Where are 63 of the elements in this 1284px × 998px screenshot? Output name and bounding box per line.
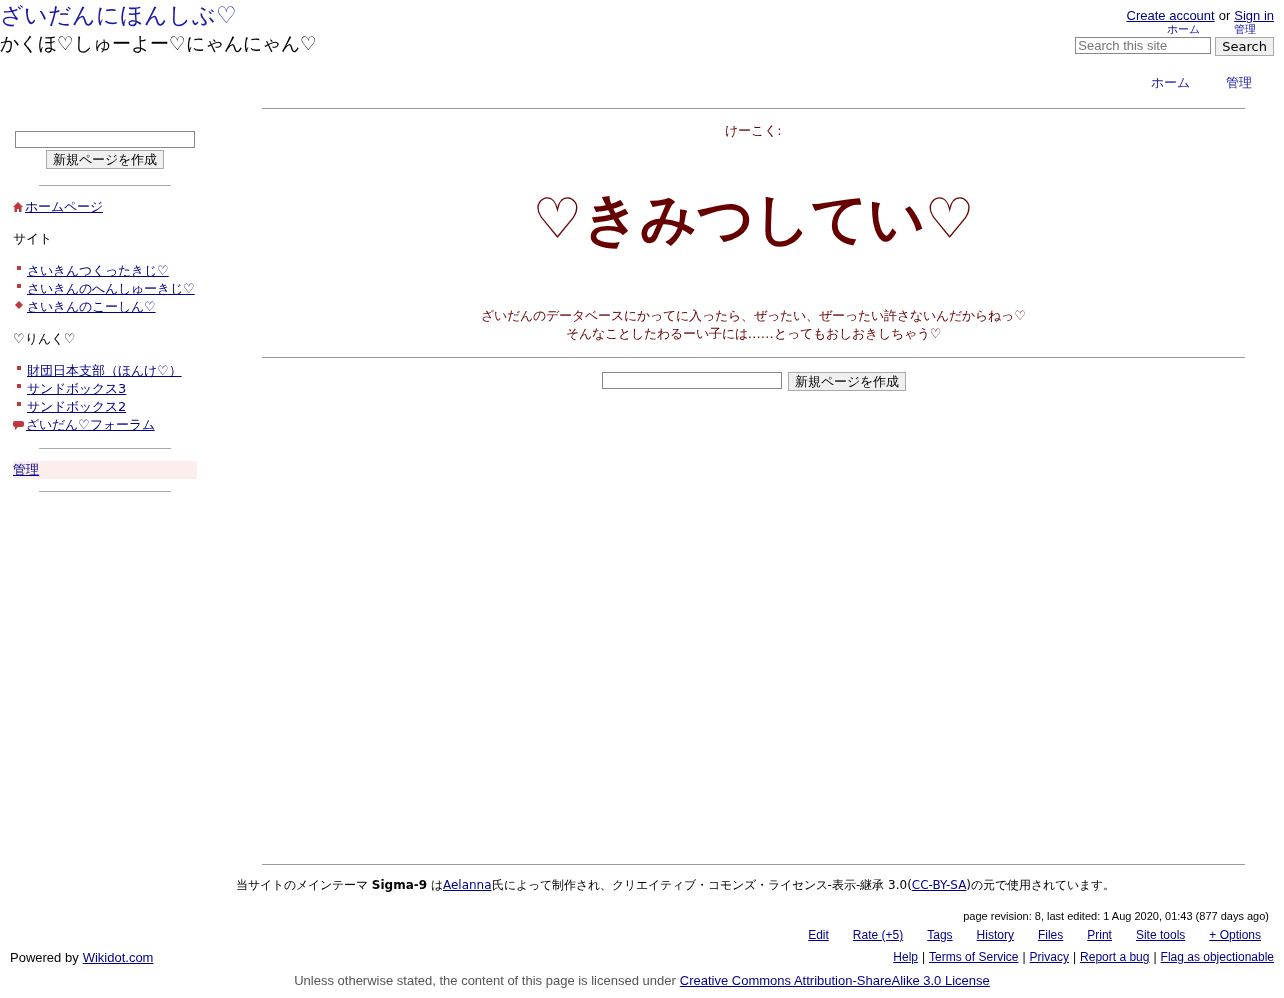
separator-text: |	[1072, 950, 1077, 965]
sidebar-link[interactable]: サンドボックス2	[27, 398, 127, 416]
sidebar-heading: ♡りんく♡	[13, 330, 77, 348]
nav-link[interactable]: ホーム	[1151, 74, 1190, 104]
footer-link[interactable]: Help	[893, 950, 918, 965]
bullet-icon	[17, 284, 21, 288]
warning-label: けーこく:	[725, 123, 782, 139]
page-name-field[interactable]	[601, 372, 782, 389]
separator-text: |	[1022, 950, 1026, 965]
footer-link[interactable]: Terms of Service	[929, 950, 1019, 965]
theme-credit: 当サイトのメインテーマ Sigma-9 はAelanna氏によって制作され、クリエイティブ・コモンズ・ライセンス-表示-継承 3.0(CC-BY-SA)の元で使用されています。	[236, 878, 1116, 892]
bullet-icon	[17, 366, 21, 370]
site-subtitle: かくほ♡しゅーよー♡にゃんにゃん♡	[0, 31, 318, 56]
license-text: Unless otherwise stated, the content of this page is licensed under	[294, 973, 676, 988]
page-option-link[interactable]: Print	[1087, 928, 1112, 942]
page-option-link[interactable]: Edit	[808, 928, 829, 942]
create-account-link[interactable]: Create account	[1126, 8, 1215, 23]
footer-link[interactable]: Flag as objectionable	[1160, 950, 1274, 965]
sign-in-link[interactable]: Sign in	[1234, 8, 1274, 23]
home-icon	[13, 202, 23, 212]
sidebar-link[interactable]: さいきんつくったきじ♡	[27, 262, 169, 280]
new-page-button[interactable]: 新規ページを作成	[787, 372, 906, 391]
new-page-button[interactable]: 新規ページを作成	[46, 150, 164, 169]
credit-link[interactable]: CC-BY-SA	[911, 878, 967, 892]
page-name-field[interactable]	[15, 131, 195, 148]
footer-link[interactable]: Privacy	[1029, 950, 1069, 965]
admin-link[interactable]: 管理	[13, 461, 197, 479]
footer-link[interactable]: Report a bug	[1080, 950, 1150, 965]
or-text: or	[1218, 8, 1231, 23]
sidebar-link[interactable]: サンドボックス3	[27, 380, 127, 398]
nav-link[interactable]: ホーム	[1167, 24, 1200, 36]
page-option-link[interactable]: History	[976, 928, 1014, 942]
sidebar-link[interactable]: さいきんのこーしん♡	[27, 298, 156, 316]
page-option-link[interactable]: Tags	[927, 928, 953, 942]
sidebar-link[interactable]: さいきんのへんしゅーきじ♡	[27, 280, 195, 298]
powered-by-text: Powered by	[10, 950, 79, 965]
headline: ♡きみつしてい♡	[532, 187, 975, 251]
sidebar-link[interactable]: 財団日本支部（ほんけ♡）	[27, 362, 182, 380]
license-link[interactable]: Creative Commons Attribution-ShareAlike 3.0 License	[679, 973, 990, 988]
search-button[interactable]: Search	[1215, 37, 1274, 56]
page-option-link[interactable]: Rate (+5)	[852, 928, 904, 942]
bullet-icon	[17, 384, 21, 388]
separator-text: |	[1153, 950, 1157, 965]
warning-message: ざいだんのデータベースにかってに入ったら、ぜったい、ぜーったい許さないんだからねっ♡	[481, 307, 1026, 325]
bullet-icon	[17, 402, 21, 406]
wikidot-link[interactable]: Wikidot.com	[82, 950, 154, 965]
page-option-link[interactable]: Site tools	[1135, 928, 1186, 942]
page-revision-info: page revision: 8, last edited: 1 Aug 2020, 01:43 (877 days ago)	[963, 909, 1270, 922]
sidebar-link[interactable]: ホームページ	[25, 198, 103, 216]
page-option-link[interactable]: Files	[1037, 928, 1064, 942]
warning-message: そんなことしたわるーい子には……とってもおしおきしちゃう♡	[565, 325, 942, 343]
bullet-icon	[17, 266, 21, 270]
credit-link[interactable]: Aelanna	[442, 878, 492, 892]
sidebar-link[interactable]: ざいだん♡フォーラム	[26, 416, 155, 434]
separator-text: |	[922, 950, 926, 965]
site-title[interactable]: ざいだんにほんしぶ♡	[0, 0, 318, 30]
nav-link[interactable]: 管理	[1234, 24, 1256, 36]
diamond-icon	[15, 301, 23, 309]
page-option-link[interactable]: + Options	[1209, 928, 1261, 942]
search-field[interactable]: Search this site	[1075, 37, 1212, 54]
sidebar-heading: サイト	[13, 230, 53, 248]
nav-link[interactable]: 管理	[1226, 74, 1252, 104]
speech-bubble-icon	[13, 420, 24, 430]
